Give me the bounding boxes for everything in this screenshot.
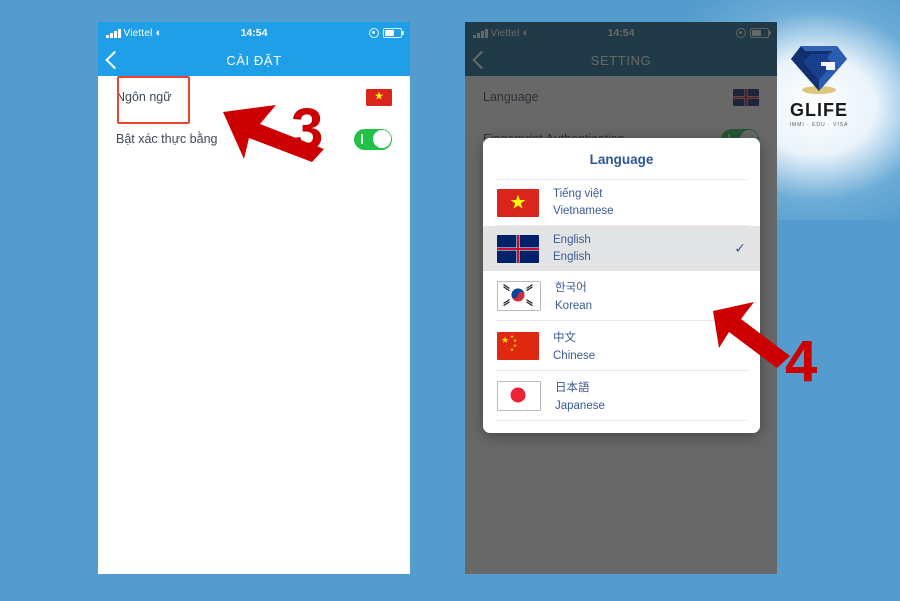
status-bar-time: 14:54 xyxy=(240,27,268,39)
language-english-name: Japanese xyxy=(555,400,605,412)
language-english-name: Vietnamese xyxy=(553,205,614,217)
language-english-name: Korean xyxy=(555,300,593,312)
battery-icon xyxy=(383,27,404,39)
language-labels: 日本語 Japanese xyxy=(555,379,605,412)
fingerprint-toggle[interactable] xyxy=(354,128,392,150)
language-native-name: Tiếng việt xyxy=(553,188,603,200)
nav-bar: CÀI ĐẶT xyxy=(98,44,410,76)
south-korea-flag-icon xyxy=(497,280,541,311)
status-bar: Viettel ◐ 14:54 xyxy=(98,22,410,44)
dialog-title: Language xyxy=(589,152,654,167)
language-native-name: 中文 xyxy=(553,332,576,344)
language-labels: English English xyxy=(553,234,591,263)
language-labels: 中文 Chinese xyxy=(553,329,595,362)
svg-text:★: ★ xyxy=(510,347,514,352)
page-title: CÀI ĐẶT xyxy=(226,52,282,68)
brand-logo: GLIFE IMMI · EDU · VISA xyxy=(776,40,862,128)
language-english-name: English xyxy=(553,251,591,263)
language-labels: Tiếng việt Vietnamese xyxy=(553,188,614,217)
highlight-box-language xyxy=(117,76,190,124)
rotation-lock-icon xyxy=(369,28,379,38)
diamond-g-logo xyxy=(791,46,847,94)
settings-row-label: Bật xác thực bằng xyxy=(116,132,218,146)
language-native-name: 日本語 xyxy=(555,382,590,394)
language-native-name: English xyxy=(553,234,591,246)
brand-name: GLIFE xyxy=(790,100,848,120)
language-option-vietnamese[interactable]: ★ Tiếng việt Vietnamese xyxy=(483,180,760,225)
step-number-4: 4 xyxy=(785,329,818,394)
language-native-name: 한국어 xyxy=(555,282,587,294)
uk-flag-icon xyxy=(497,234,539,263)
vietnam-flag-icon[interactable]: ★ xyxy=(366,88,392,106)
language-english-name: Chinese xyxy=(553,350,596,362)
vietnam-flag-icon: ★ xyxy=(497,188,539,217)
step-number-3: 3 xyxy=(291,97,324,162)
china-flag-icon: ★ ★ ★ ★ ★ xyxy=(497,331,539,360)
phone-screen-english: Viettel ◐ 14:54 SETTING Language Fingerp… xyxy=(465,22,777,574)
dialog-footer-space xyxy=(483,421,760,433)
svg-text:★: ★ xyxy=(501,335,509,345)
language-option-japanese[interactable]: 日本語 Japanese xyxy=(483,371,760,420)
checkmark-icon: ✓ xyxy=(734,240,746,256)
brand-tagline: IMMI · EDU · VISA xyxy=(789,122,849,128)
language-labels: 한국어 Korean xyxy=(555,279,592,312)
japan-flag-icon xyxy=(497,380,541,411)
language-dialog: Language ★ Tiếng việt Vietnamese English… xyxy=(483,138,760,433)
language-option-english[interactable]: English English ✓ xyxy=(483,226,760,271)
